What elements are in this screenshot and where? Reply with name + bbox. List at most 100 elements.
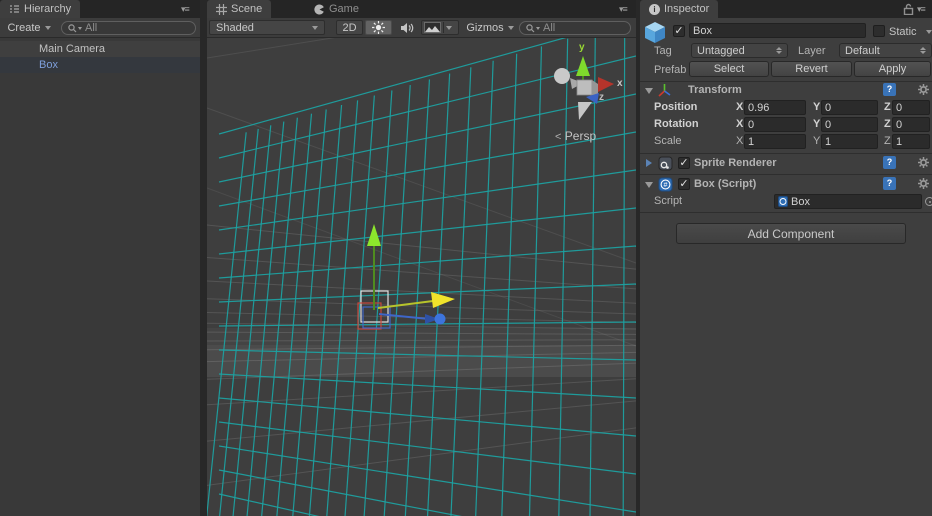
transform-axes-icon bbox=[657, 83, 672, 98]
prefab-select-button[interactable]: Select bbox=[689, 61, 769, 77]
transform-gear-icon[interactable] bbox=[917, 83, 930, 96]
effects-divider bbox=[443, 22, 444, 33]
tab-hierarchy[interactable]: Hierarchy bbox=[0, 0, 81, 18]
inspector-tab-label: Inspector bbox=[664, 3, 710, 15]
scene-pane-menu-icon[interactable]: ▾≡ bbox=[619, 0, 628, 18]
box-script-header[interactable]: # ✓ Box (Script) ? bbox=[640, 176, 932, 193]
static-checkbox[interactable] bbox=[873, 25, 885, 37]
sprite-renderer-checkbox[interactable]: ✓ bbox=[678, 157, 690, 169]
box-script-gear-icon[interactable] bbox=[917, 177, 930, 190]
tag-dropdown[interactable]: Untagged bbox=[691, 43, 788, 58]
search-filter-caret-icon bbox=[78, 26, 82, 30]
hierarchy-toolbar: Create All bbox=[0, 18, 200, 38]
inspector-pane-menu-icon[interactable]: ▾≡ bbox=[917, 0, 926, 18]
2d-toggle-button[interactable]: 2D bbox=[336, 20, 363, 35]
position-y-label: Y bbox=[813, 101, 821, 113]
scene-viewport[interactable]: y x z < Persp bbox=[207, 38, 636, 516]
hierarchy-item-main-camera[interactable]: Main Camera bbox=[0, 41, 200, 57]
position-label: Position bbox=[654, 101, 698, 113]
gameobject-cube-icon bbox=[643, 20, 667, 45]
scene-search-input[interactable]: All bbox=[519, 21, 631, 35]
sprite-renderer-title: Sprite Renderer bbox=[694, 157, 777, 169]
inspector-panel: i Inspector ▾≡ ✓ Static Tag Untagged Lay… bbox=[640, 0, 932, 516]
scale-y-field[interactable]: 1 bbox=[821, 134, 878, 149]
game-pacman-icon bbox=[314, 4, 325, 15]
move-gizmo[interactable] bbox=[337, 208, 477, 338]
script-icon: # bbox=[658, 177, 673, 192]
static-caret-icon[interactable] bbox=[926, 30, 932, 34]
transform-help-icon[interactable]: ? bbox=[883, 83, 896, 96]
layer-label: Layer bbox=[798, 45, 826, 57]
name-field[interactable] bbox=[689, 23, 866, 38]
transform-title: Transform bbox=[688, 84, 742, 96]
box-script-checkbox[interactable]: ✓ bbox=[678, 178, 690, 190]
hierarchy-panel: Hierarchy ▾≡ Create All Main Camera Box bbox=[0, 0, 200, 516]
rotation-x-label: X bbox=[736, 118, 744, 130]
scale-y-label: Y bbox=[813, 135, 821, 147]
shaded-dropdown[interactable]: Shaded bbox=[209, 20, 325, 35]
effects-toggle-button[interactable] bbox=[421, 20, 459, 35]
scene-grid-icon bbox=[216, 3, 227, 15]
rotation-z-field[interactable]: 0 bbox=[892, 117, 930, 132]
persp-label[interactable]: < Persp bbox=[555, 129, 596, 143]
gizmos-caret-icon bbox=[507, 25, 514, 30]
position-x-label: X bbox=[736, 101, 744, 113]
sprite-renderer-help-icon[interactable]: ? bbox=[883, 156, 896, 169]
sprite-renderer-header[interactable]: ✓ Sprite Renderer ? bbox=[640, 155, 932, 172]
search-filter-caret-icon bbox=[536, 26, 540, 30]
box-script-foldout-icon[interactable] bbox=[645, 182, 653, 188]
scale-x-field[interactable]: 1 bbox=[744, 134, 806, 149]
position-y-field[interactable]: 0 bbox=[821, 100, 878, 115]
hierarchy-search-text: All bbox=[85, 22, 98, 34]
scale-label: Scale bbox=[654, 135, 682, 147]
tab-game[interactable]: Game bbox=[305, 0, 368, 18]
script-file-icon bbox=[778, 196, 788, 207]
gizmo-axis-y-label[interactable]: y bbox=[579, 42, 585, 53]
effects-caret-icon bbox=[446, 25, 452, 30]
image-icon bbox=[424, 22, 441, 33]
hierarchy-tabstrip: Hierarchy ▾≡ bbox=[0, 0, 200, 18]
rotation-label: Rotation bbox=[654, 118, 699, 130]
add-component-button[interactable]: Add Component bbox=[676, 223, 906, 244]
script-object-picker-icon[interactable] bbox=[925, 197, 932, 206]
position-x-field[interactable]: 0.96 bbox=[744, 100, 806, 115]
prefab-apply-button[interactable]: Apply bbox=[854, 61, 931, 77]
sprite-renderer-icon bbox=[658, 156, 673, 171]
hierarchy-item-box[interactable]: Box bbox=[0, 57, 200, 73]
audio-toggle-button[interactable] bbox=[394, 20, 419, 35]
hierarchy-search-input[interactable]: All bbox=[61, 21, 196, 35]
rotation-x-field[interactable]: 0 bbox=[744, 117, 806, 132]
tab-scene[interactable]: Scene bbox=[207, 0, 272, 18]
scene-panel: Scene Game ▾≡ Shaded 2D Gizmos All y x z… bbox=[207, 0, 636, 516]
gizmo-axis-z-label[interactable]: z bbox=[599, 92, 604, 103]
scene-toolbar: Shaded 2D Gizmos All bbox=[207, 18, 636, 38]
sprite-renderer-foldout-icon[interactable] bbox=[646, 159, 652, 167]
gizmos-dropdown[interactable]: Gizmos bbox=[464, 20, 516, 35]
script-object-field[interactable]: Box bbox=[774, 194, 922, 209]
rotation-z-label: Z bbox=[884, 118, 891, 130]
tab-inspector[interactable]: i Inspector bbox=[640, 0, 719, 18]
persp-angle-icon: < bbox=[555, 131, 562, 143]
lock-icon[interactable] bbox=[903, 3, 914, 15]
transform-header[interactable]: Transform ? bbox=[640, 82, 932, 99]
box-script-help-icon[interactable]: ? bbox=[883, 177, 896, 190]
active-checkbox[interactable]: ✓ bbox=[673, 25, 685, 37]
scene-tab-label: Scene bbox=[231, 3, 263, 15]
hierarchy-pane-menu-icon[interactable]: ▾≡ bbox=[181, 0, 190, 18]
scale-z-field[interactable]: 1 bbox=[892, 134, 930, 149]
prefab-label: Prefab bbox=[654, 64, 687, 76]
create-button[interactable]: Create bbox=[2, 20, 56, 35]
svg-text:#: # bbox=[664, 182, 668, 189]
scale-z-label: Z bbox=[884, 135, 891, 147]
position-z-field[interactable]: 0 bbox=[892, 100, 930, 115]
prefab-revert-button[interactable]: Revert bbox=[771, 61, 852, 77]
layer-dropdown[interactable]: Default bbox=[839, 43, 932, 58]
rotation-y-label: Y bbox=[813, 118, 821, 130]
lighting-toggle-button[interactable] bbox=[365, 20, 392, 35]
game-tab-label: Game bbox=[329, 3, 359, 15]
sprite-renderer-gear-icon[interactable] bbox=[917, 156, 930, 169]
inspector-tabstrip: i Inspector ▾≡ bbox=[640, 0, 932, 18]
rotation-y-field[interactable]: 0 bbox=[821, 117, 878, 132]
gizmo-axis-x-label[interactable]: x bbox=[617, 78, 623, 89]
transform-foldout-icon[interactable] bbox=[645, 88, 653, 94]
